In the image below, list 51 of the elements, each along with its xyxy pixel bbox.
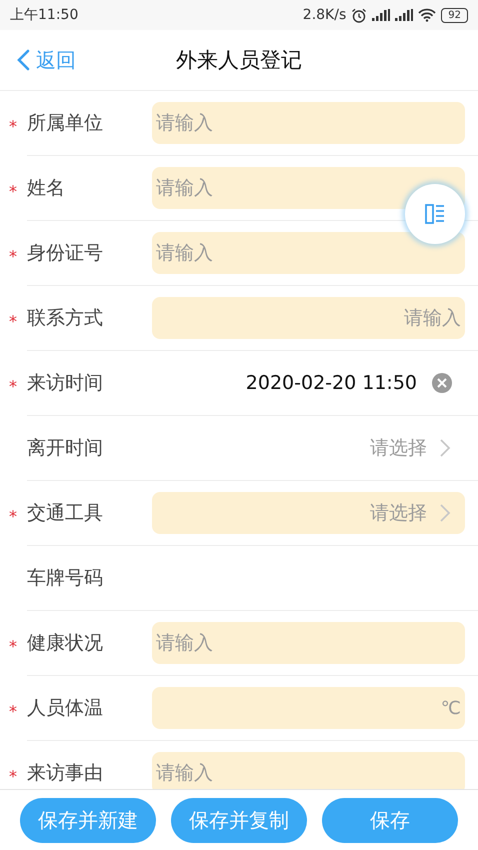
required-mark: * [9, 117, 17, 136]
chevron-right-icon [439, 438, 451, 458]
select-field[interactable]: 请选择 [152, 427, 465, 469]
field-label: 身份证号 [27, 241, 104, 266]
input-field[interactable]: ℃ [152, 687, 465, 729]
field-label: 来访时间 [27, 371, 104, 396]
list-icon [424, 203, 446, 225]
select-field[interactable]: 请选择 [152, 492, 465, 534]
network-speed: 2.8K/s [302, 7, 346, 23]
field-label: 所属单位 [27, 111, 104, 136]
field-label: 联系方式 [27, 306, 104, 331]
page-title: 外来人员登记 [176, 47, 302, 74]
field-label: 车牌号码 [27, 566, 104, 591]
field-label: 健康状况 [27, 631, 104, 656]
signal-icon [372, 9, 390, 21]
input-field[interactable]: 请输入 [152, 232, 465, 274]
back-button[interactable]: 返回 [0, 46, 76, 74]
input-field[interactable]: 请输入 [152, 622, 465, 664]
action-button[interactable]: 保存并新建 [20, 798, 156, 842]
action-button[interactable]: 保存 [322, 798, 458, 842]
field-label: 来访事由 [27, 761, 104, 786]
required-mark: * [9, 377, 17, 396]
input-field[interactable]: 请输入 [152, 167, 465, 209]
required-mark: * [9, 767, 17, 786]
required-mark: * [9, 702, 17, 721]
action-button[interactable]: 保存并复制 [171, 798, 307, 842]
field-label: 姓名 [27, 176, 66, 201]
unit-label: ℃ [440, 698, 461, 718]
chevron-left-icon [16, 49, 30, 71]
chevron-right-icon [439, 503, 451, 523]
clear-icon[interactable] [431, 372, 453, 394]
status-time: 上午11:50 [10, 6, 78, 24]
required-mark: * [9, 507, 17, 526]
alarm-icon [351, 8, 368, 22]
required-mark: * [9, 182, 17, 201]
field-label: 离开时间 [27, 436, 104, 461]
required-mark: * [9, 312, 17, 331]
input-field[interactable]: 请输入 [152, 102, 465, 144]
back-label[interactable]: 返回 [36, 46, 76, 74]
select-placeholder: 请选择 [370, 501, 427, 526]
battery-indicator: 92 [441, 8, 468, 22]
signal-icon [395, 9, 414, 21]
required-mark: * [9, 247, 17, 266]
select-placeholder: 请选择 [370, 436, 427, 461]
datetime-value[interactable]: 2020-02-20 11:50 [246, 372, 417, 394]
required-mark: * [9, 637, 17, 656]
field-label: 人员体温 [27, 696, 104, 721]
input-field[interactable]: 请输入 [152, 297, 465, 339]
field-label: 交通工具 [27, 501, 104, 526]
input-field[interactable]: 请输入 [152, 752, 465, 789]
wifi-icon [418, 8, 436, 22]
